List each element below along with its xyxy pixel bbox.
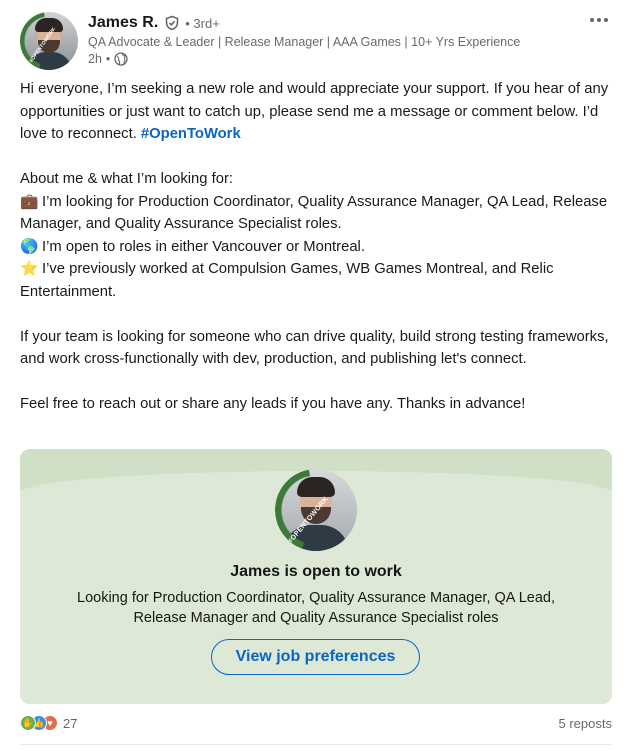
card-avatar: #OPENTOWORK [275,469,357,551]
view-job-preferences-button[interactable]: View job preferences [211,639,420,675]
post-time: 2h [88,52,102,66]
intro-text: Hi everyone, I’m seeking a new role and … [20,81,609,142]
bullet-item: 💼 I’m looking for Production Coordinator,… [20,191,610,236]
intro-paragraph: Hi everyone, I’m seeking a new role and … [20,78,610,146]
more-dot-icon [590,18,594,22]
celebrate-icon: ✋ [20,715,36,731]
star-icon: ⭐ [20,261,39,277]
reactions-summary[interactable]: ✋ 👍 ♥ 27 [20,715,77,731]
author-headline: QA Advocate & Leader | Release Manager |… [88,35,521,49]
reaction-count[interactable]: 27 [63,716,77,731]
post-meta: 2h • [88,52,128,66]
verified-shield-icon [164,15,180,31]
open-to-work-card[interactable]: #OPENTOWORK James is open to work Lookin… [20,449,612,704]
author-name-row: James R. • 3rd+ [88,12,220,34]
bullet-item: ⭐ I’ve previously worked at Compulsion Ga… [20,258,610,303]
bullet-item: 🌎 I’m open to roles in either Vancouver o… [20,236,610,259]
separator-dot: • [105,52,111,66]
connection-degree: • 3rd+ [185,15,220,31]
globe-americas-icon: 🌎 [20,238,39,255]
more-options-button[interactable] [585,10,613,30]
more-dot-icon [597,18,601,22]
author-name[interactable]: James R. [88,14,158,32]
author-avatar[interactable]: #OPENTOWORK [20,12,78,70]
reposts-count[interactable]: 5 reposts [559,716,612,731]
bullet-text: I’ve previously worked at Compulsion Gam… [20,261,554,300]
team-paragraph: If your team is looking for someone who … [20,328,609,368]
open-to-work-title: James is open to work [230,563,402,580]
about-heading: About me & what I’m looking for: [20,171,234,187]
closing-paragraph: Feel free to reach out or share any lead… [20,396,526,412]
social-counts: ✋ 👍 ♥ 27 5 reposts [20,712,612,734]
briefcase-icon: 💼 [20,193,39,210]
feed-post: #OPENTOWORK James R. • 3rd+ QA Advocate … [0,0,627,751]
more-dot-icon [604,18,608,22]
post-text: Hi everyone, I’m seeking a new role and … [20,78,610,416]
bullet-text: I’m open to roles in either Vancouver or… [42,238,365,255]
bullet-text: I’m looking for Production Coordinator, … [20,193,608,233]
divider [20,744,612,745]
open-to-work-description: Looking for Production Coordinator, Qual… [77,590,555,626]
hashtag-link[interactable]: #OpenToWork [141,126,241,142]
globe-icon [114,52,128,66]
